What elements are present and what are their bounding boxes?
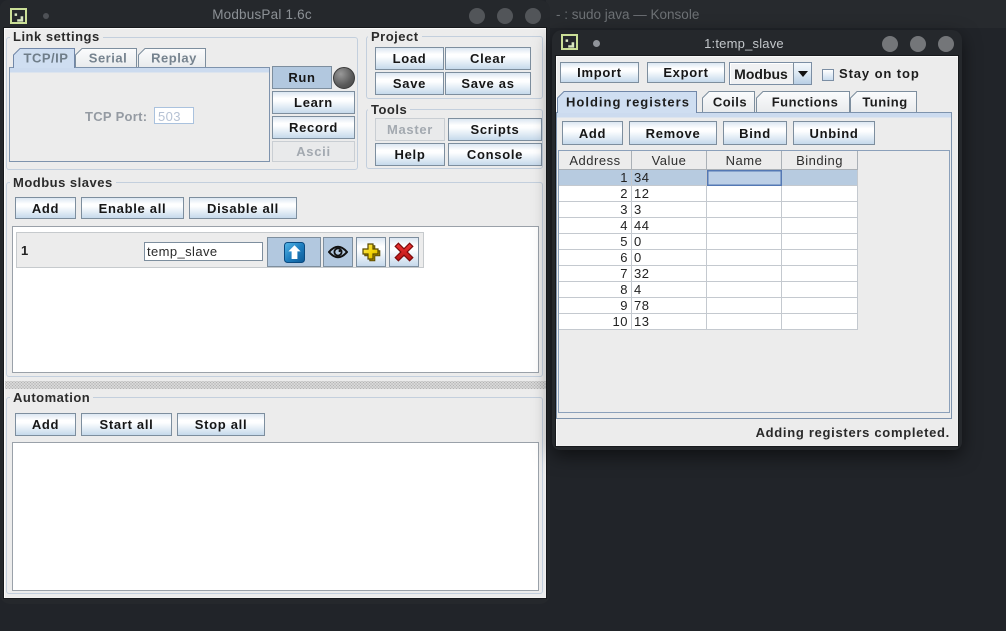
- svg-text:Serial: Serial: [89, 51, 127, 66]
- svg-text:Coils: Coils: [713, 95, 747, 110]
- svg-text:Holding registers: Holding registers: [566, 95, 690, 110]
- svg-text:TCP/IP: TCP/IP: [24, 51, 69, 66]
- svg-text:Replay: Replay: [151, 51, 197, 66]
- svg-text:Functions: Functions: [772, 95, 839, 110]
- svg-text:Tuning: Tuning: [862, 95, 907, 110]
